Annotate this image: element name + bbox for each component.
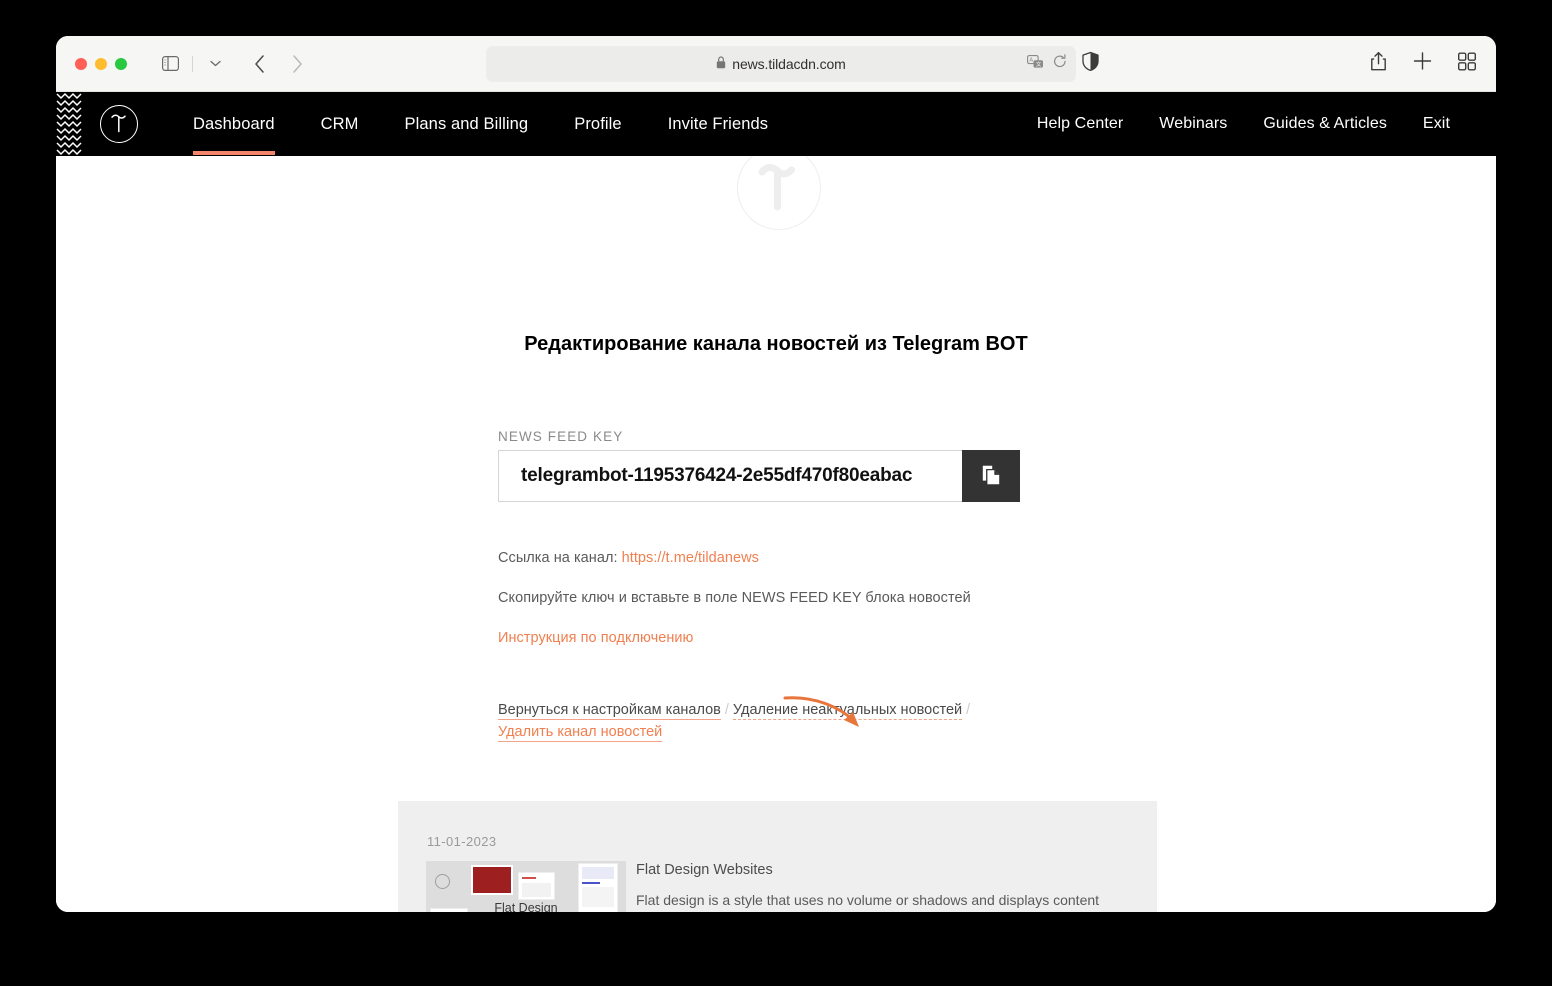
thumbnail-title: Flat DesignWebsites: [494, 901, 558, 912]
copy-key-button[interactable]: [962, 450, 1020, 502]
nav-item-dashboard[interactable]: Dashboard: [170, 114, 298, 155]
channel-link-line: Ссылка на канал: https://t.me/tildanews: [498, 550, 759, 566]
sidebar-toggle-icon[interactable]: [157, 51, 183, 77]
browser-window: news.tildacdn.com A 文 Dashboard CRM Plan…: [56, 36, 1496, 912]
page-title: Редактирование канала новостей из Telegr…: [524, 333, 1028, 355]
breadcrumb-delete-channel-link[interactable]: Удалить канал новостей: [498, 724, 663, 742]
breadcrumb-separator: /: [966, 702, 971, 718]
annotation-arrow-to-breadcrumb: [781, 684, 881, 744]
breadcrumb: Вернуться к настройкам каналов / Удаление …: [498, 699, 1028, 743]
nav-label: CRM: [320, 114, 359, 133]
primary-nav: Dashboard CRM Plans and Billing Profile …: [170, 114, 791, 155]
share-icon[interactable]: [1370, 51, 1387, 76]
close-window-button[interactable]: [75, 57, 87, 70]
nav-label: Plans and Billing: [404, 114, 529, 133]
tilda-mark-icon: [435, 874, 450, 889]
post-thumbnail[interactable]: UTEMPLA Flat DesignWebsites: [426, 861, 626, 912]
chevron-down-icon[interactable]: [202, 51, 228, 77]
tab-overview-icon[interactable]: [1457, 51, 1477, 75]
plus-icon[interactable]: [1413, 52, 1432, 76]
nav-item-profile[interactable]: Profile: [551, 115, 644, 134]
url-text: news.tildacdn.com: [732, 56, 846, 72]
nav-label: Dashboard: [193, 114, 275, 133]
privacy-shield-icon[interactable]: [1082, 51, 1099, 76]
secondary-nav: Help Center Webinars Guides & Articles E…: [1019, 115, 1470, 133]
nav-item-help-center[interactable]: Help Center: [1019, 115, 1141, 133]
minimize-window-button[interactable]: [95, 57, 107, 70]
nav-item-invite-friends[interactable]: Invite Friends: [645, 115, 791, 134]
news-post-card: 11-01-2023 Flat Design Flat Design Websi…: [398, 801, 1157, 912]
nav-item-crm[interactable]: CRM: [298, 115, 382, 134]
nav-label: Help Center: [1036, 115, 1124, 132]
forward-arrow-icon[interactable]: [284, 51, 310, 77]
lock-icon: [716, 56, 726, 72]
translate-icon[interactable]: A 文: [1027, 54, 1044, 74]
address-bar[interactable]: news.tildacdn.com A 文: [486, 46, 1076, 82]
nav-label: Exit: [1422, 115, 1450, 132]
zigzag-decoration: [56, 92, 84, 156]
svg-text:文: 文: [1036, 59, 1042, 67]
tilda-watermark-icon: [737, 156, 821, 230]
connection-instruction-link[interactable]: Инструкция по подключению: [498, 630, 693, 646]
news-feed-key-input[interactable]: [498, 450, 962, 502]
site-top-nav: Dashboard CRM Plans and Billing Profile …: [56, 92, 1496, 156]
breadcrumb-back-link[interactable]: Вернуться к настройкам каналов: [498, 702, 721, 720]
channel-link[interactable]: https://t.me/tildanews: [622, 550, 759, 566]
breadcrumb-separator: /: [724, 702, 729, 718]
toolbar-divider: [192, 55, 193, 72]
nav-label: Webinars: [1159, 115, 1228, 132]
thumb-tile: [471, 865, 513, 895]
news-feed-key-field-group: [498, 450, 1020, 502]
window-controls[interactable]: [75, 57, 127, 70]
back-arrow-icon[interactable]: [246, 51, 272, 77]
nav-label: Invite Friends: [667, 114, 769, 133]
post-body-text: Flat design is a style that uses no volu…: [636, 892, 1100, 908]
nav-item-webinars[interactable]: Webinars: [1141, 115, 1245, 133]
page-content: Редактирование канала новостей из Telegr…: [56, 156, 1496, 912]
svg-text:A: A: [1029, 57, 1033, 63]
copy-icon: [981, 464, 1001, 489]
nav-item-plans-and-billing[interactable]: Plans and Billing: [382, 115, 552, 134]
nav-item-exit[interactable]: Exit: [1405, 115, 1470, 133]
copy-hint-text: Скопируйте ключ и вставьте в поле NEWS F…: [498, 590, 971, 606]
post-title: Flat Design Websites: [636, 862, 773, 878]
channel-link-prefix: Ссылка на канал:: [498, 550, 622, 566]
reload-icon[interactable]: [1053, 54, 1067, 74]
browser-toolbar: news.tildacdn.com A 文: [56, 36, 1496, 92]
thumb-tile: [518, 872, 555, 900]
tilda-logo-icon[interactable]: [100, 105, 138, 143]
nav-label: Profile: [574, 114, 622, 133]
maximize-window-button[interactable]: [115, 57, 127, 70]
nav-label: Guides & Articles: [1263, 115, 1387, 132]
news-feed-key-label: NEWS FEED KEY: [498, 429, 624, 444]
post-date: 11-01-2023: [427, 834, 497, 849]
nav-item-guides-and-articles[interactable]: Guides & Articles: [1245, 115, 1405, 133]
